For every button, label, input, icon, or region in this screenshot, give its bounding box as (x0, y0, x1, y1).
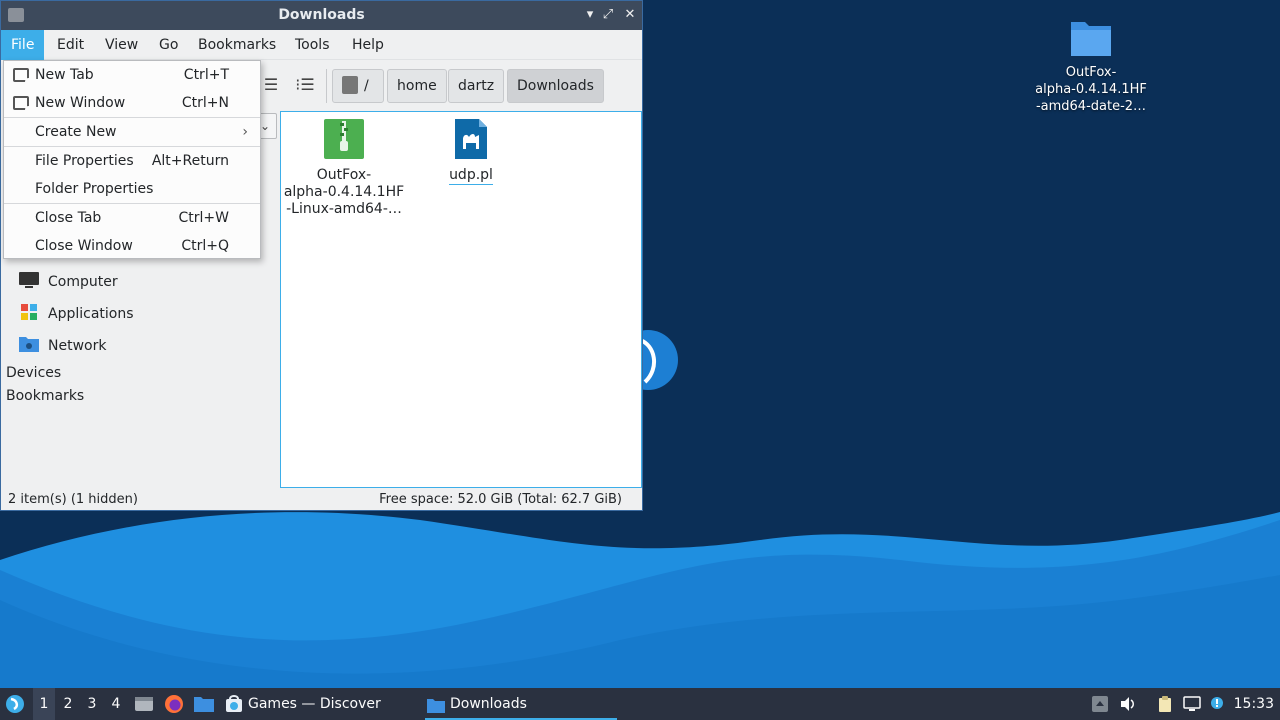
free-space: Free space: 52.0 GiB (Total: 62.7 GiB) (379, 492, 622, 507)
menu-item-shortcut: Ctrl+N (181, 95, 229, 111)
menu-go[interactable]: Go (149, 30, 188, 60)
sidebar-item-label: Computer (48, 274, 118, 290)
drive-icon (342, 76, 358, 94)
file-manager-window: Downloads ▾ ⤢ ✕ File Edit View Go Bookma… (0, 0, 643, 511)
menu-file[interactable]: File (1, 30, 45, 60)
sidebar-item-computer[interactable]: Computer (19, 268, 118, 296)
volume-icon[interactable] (1119, 695, 1137, 713)
file-view[interactable]: OutFox- alpha-0.4.14.1HF -Linux-amd64-… … (280, 111, 642, 488)
clock[interactable]: 15:33 (1234, 688, 1274, 720)
firefox-icon[interactable] (164, 694, 184, 714)
task-label: Downloads (450, 696, 527, 712)
desktop-file-label: OutFox- alpha-0.4.14.1HF -amd64-date-2… (1035, 65, 1147, 114)
menu-item-label: Create New (35, 124, 117, 140)
network-folder-icon (19, 335, 39, 353)
breadcrumb-root-label: / (364, 78, 369, 94)
menu-item-shortcut: Ctrl+Q (181, 238, 229, 254)
applications-icon (19, 303, 39, 321)
desktop-file-icon[interactable]: OutFox- alpha-0.4.14.1HF -amd64-date-2… (1030, 18, 1152, 115)
menu-item-label: New Tab (35, 67, 94, 83)
workspace-1[interactable]: 1 (33, 688, 55, 720)
window-title: Downloads (278, 7, 365, 23)
menu-bookmarks[interactable]: Bookmarks (188, 30, 286, 60)
perl-script-icon (455, 119, 487, 159)
menu-item-label: Folder Properties (35, 181, 154, 197)
folder-icon (427, 694, 445, 713)
file-name: OutFox- alpha-0.4.14.1HF -Linux-amd64-… (283, 167, 405, 217)
minimize-button[interactable]: ▾ (581, 5, 599, 25)
file-name: udp.pl (449, 167, 493, 185)
menu-item-label: Close Tab (35, 210, 102, 226)
maximize-button[interactable]: ⤢ (599, 5, 617, 25)
menu-item-new-window[interactable]: New Window Ctrl+N (4, 89, 260, 117)
chevron-right-icon: › (242, 124, 248, 140)
toolbar-divider (326, 69, 327, 103)
file-manager-icon[interactable] (194, 695, 214, 713)
menu-tools[interactable]: Tools (285, 30, 340, 60)
menu-item-label: File Properties (35, 153, 134, 169)
menu-item-shortcut: Ctrl+T (183, 67, 229, 83)
breadcrumb-dartz[interactable]: dartz (448, 69, 505, 103)
taskbar: 1 2 3 4 Games — Discover Downloads 15:33 (0, 688, 1280, 720)
menu-item-folder-properties[interactable]: Folder Properties (4, 175, 260, 203)
sidebar-section-devices[interactable]: Devices (6, 365, 61, 381)
menu-bar: File Edit View Go Bookmarks Tools Help (1, 30, 642, 60)
task-downloads[interactable]: Downloads (425, 688, 617, 720)
new-tab-icon (13, 68, 32, 85)
title-bar[interactable]: Downloads ▾ ⤢ ✕ (1, 1, 642, 30)
menu-item-create-new[interactable]: Create New › (4, 118, 260, 146)
menu-item-close-window[interactable]: Close Window Ctrl+Q (4, 232, 260, 260)
sidebar-item-applications[interactable]: Applications (19, 300, 134, 328)
workspace-4[interactable]: 4 (105, 688, 127, 720)
sidebar-item-label: Network (48, 338, 107, 354)
sidebar-section-bookmarks[interactable]: Bookmarks (6, 388, 84, 404)
workspace-2[interactable]: 2 (57, 688, 79, 720)
compact-view-icon[interactable]: ⁝☰ (290, 70, 320, 100)
computer-icon (19, 271, 39, 289)
menu-edit[interactable]: Edit (47, 30, 94, 60)
show-desktop-icon[interactable] (134, 695, 154, 713)
sidebar-item-network[interactable]: Network (19, 332, 106, 360)
network-status-icon[interactable] (1183, 695, 1201, 713)
breadcrumb-root[interactable]: / (332, 69, 384, 103)
menu-help[interactable]: Help (342, 30, 394, 60)
app-launcher-icon[interactable] (5, 694, 25, 714)
file-menu-dropdown: New Tab Ctrl+T New Window Ctrl+N Create … (3, 60, 261, 259)
menu-item-new-tab[interactable]: New Tab Ctrl+T (4, 61, 260, 89)
menu-item-close-tab[interactable]: Close Tab Ctrl+W (4, 204, 260, 232)
file-item-udp[interactable]: udp.pl (410, 119, 532, 185)
menu-item-label: New Window (35, 95, 126, 111)
notifications-icon[interactable] (1209, 695, 1227, 713)
discover-icon (225, 693, 243, 712)
new-window-icon (13, 96, 32, 113)
menu-item-shortcut: Ctrl+W (178, 210, 229, 226)
file-item-outfox[interactable]: OutFox- alpha-0.4.14.1HF -Linux-amd64-… (283, 119, 405, 218)
tray-expander-icon[interactable] (1091, 695, 1109, 713)
menu-item-file-properties[interactable]: File Properties Alt+Return (4, 147, 260, 175)
menu-item-shortcut: Alt+Return (151, 153, 229, 169)
item-count: 2 item(s) (1 hidden) (8, 492, 138, 507)
archive-icon (324, 119, 364, 159)
folder-icon (1070, 18, 1112, 58)
task-discover[interactable]: Games — Discover (225, 688, 415, 720)
sidebar-item-label: Applications (48, 306, 134, 322)
clipboard-icon[interactable] (1156, 695, 1174, 713)
workspace-3[interactable]: 3 (81, 688, 103, 720)
menu-view[interactable]: View (95, 30, 148, 60)
task-label: Games — Discover (248, 696, 381, 712)
breadcrumb-home[interactable]: home (387, 69, 447, 103)
close-button[interactable]: ✕ (621, 5, 639, 25)
status-bar: 2 item(s) (1 hidden) Free space: 52.0 Gi… (1, 490, 642, 511)
breadcrumb-downloads[interactable]: Downloads (507, 69, 604, 103)
menu-item-label: Close Window (35, 238, 133, 254)
